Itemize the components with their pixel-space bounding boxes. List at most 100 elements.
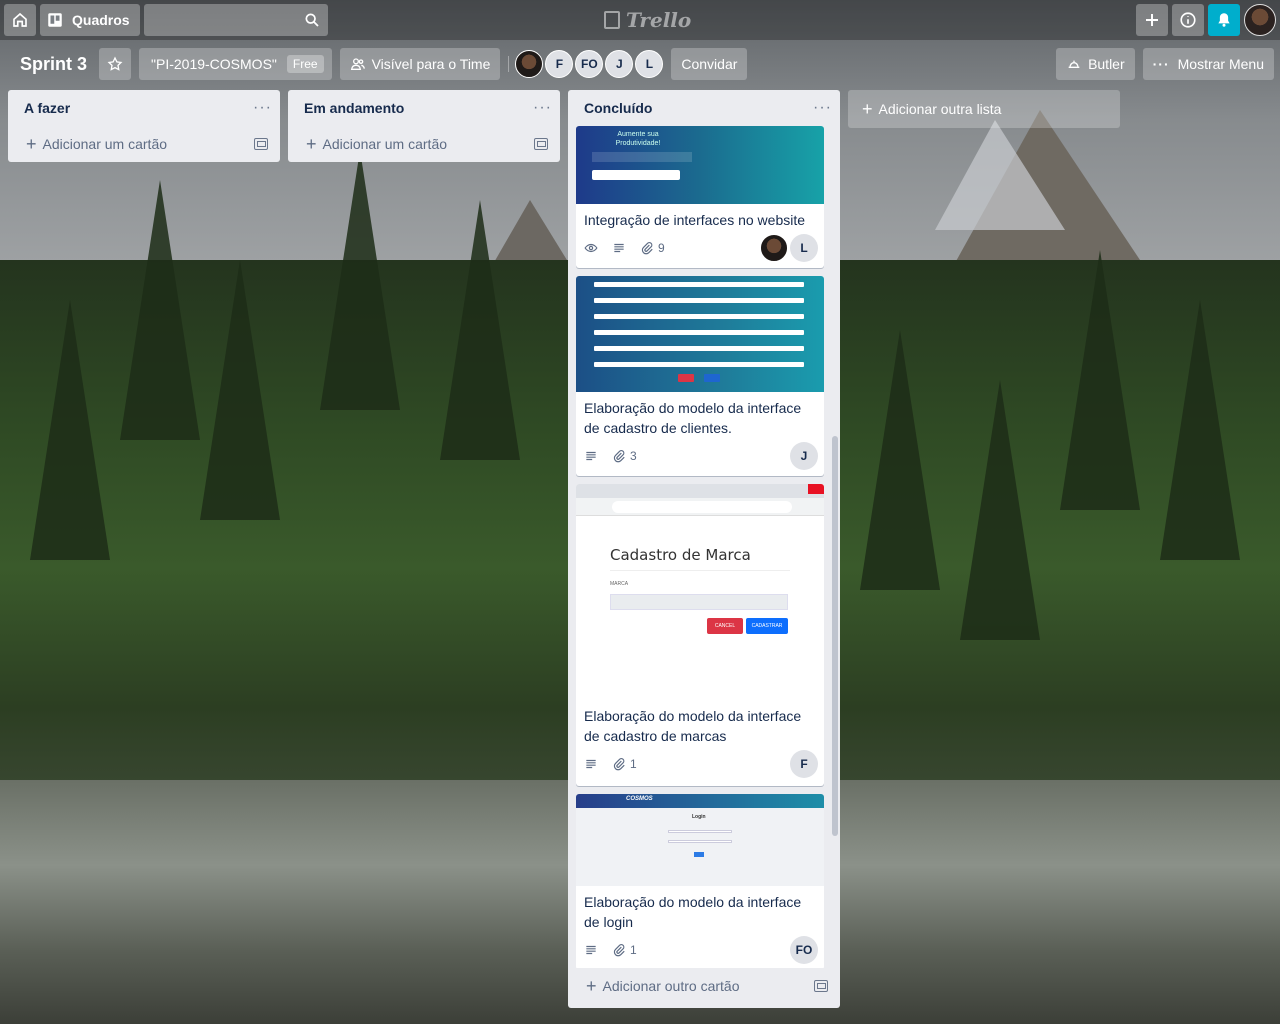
cover-submit: CADASTRAR [746,618,788,634]
card[interactable]: COSMOS Login Elaboração do modelo da int… [576,794,824,968]
card-title: Elaboração do modelo da interface de cad… [584,708,802,744]
card-title: Elaboração do modelo da interface de cad… [584,400,802,436]
board-title[interactable]: Sprint 3 [8,48,99,80]
card-template-icon[interactable] [534,138,548,150]
card-template-icon[interactable] [814,980,828,992]
cover-brand: COSMOS [626,796,653,802]
create-button[interactable] [1136,4,1168,36]
card-members: F [788,750,818,778]
card-title: Integração de interfaces no website [584,212,806,228]
description-icon [586,945,596,955]
show-menu-label: Mostrar Menu [1177,56,1264,72]
add-card-button[interactable]: + Adicionar outro cartão [568,968,840,1004]
add-card-button[interactable]: + Adicionar um cartão [8,126,280,162]
add-list-label: Adicionar outra lista [878,101,1002,117]
boards-button[interactable]: Quadros [40,4,140,36]
card-template-icon[interactable] [254,138,268,150]
team-button[interactable]: "PI-2019-COSMOS" Free [139,48,332,80]
top-navigation-bar: Quadros Trello [0,0,1280,40]
home-icon [13,12,27,27]
card-cover-image: COSMOS Login [576,794,824,886]
attachment-badge: 1 [612,943,637,957]
star-board-button[interactable] [99,48,132,80]
description-icon [586,759,596,769]
notifications-button[interactable] [1208,4,1240,36]
paperclip-icon [613,450,625,463]
card-member-avatar-photo[interactable] [760,234,788,262]
card-cover-image [576,276,824,392]
board-members: F FO J L [515,50,665,78]
description-badge [612,241,630,255]
plus-icon: + [862,98,873,119]
team-visibility-icon [350,58,365,70]
more-icon: ··· [1152,56,1170,72]
cover-cancel: CANCEL [707,618,743,634]
list-scrollbar[interactable] [832,436,838,836]
user-avatar[interactable] [1244,4,1276,36]
attachment-badge: 1 [612,757,637,771]
list-title[interactable]: Concluído [584,100,652,116]
member-avatar[interactable]: FO [575,50,604,78]
list-title[interactable]: Em andamento [304,100,404,116]
add-list-button[interactable]: + Adicionar outra lista [848,90,1120,128]
watching-badge [584,241,602,255]
card[interactable]: Aumente sua Produtividade! Integração de… [576,126,824,268]
paperclip-icon [613,944,625,957]
list-title[interactable]: A fazer [24,100,70,116]
card[interactable]: Elaboração do modelo da interface de cad… [576,276,824,476]
butler-icon [1068,60,1080,68]
card-list: Aumente sua Produtividade! Integração de… [568,126,840,968]
description-icon [614,243,624,253]
visibility-button[interactable]: Visível para o Time [339,48,501,80]
home-button[interactable] [4,4,36,36]
list-menu-icon[interactable]: ··· [533,99,552,117]
card[interactable]: Cadastro de Marca MARCA CANCEL CADASTRAR… [576,484,824,786]
plus-icon: + [306,133,317,154]
card-members: L [758,234,818,262]
card-badges: 1 FO [576,934,824,968]
boards-label: Quadros [72,12,130,28]
trello-logo[interactable]: Trello [604,8,691,32]
card-member-avatar[interactable]: J [790,442,818,470]
list-header: A fazer ··· [8,90,280,126]
member-avatar[interactable]: J [605,50,634,78]
list-menu-icon[interactable]: ··· [813,99,832,117]
attachment-count: 1 [630,943,637,957]
show-menu-button[interactable]: ··· Mostrar Menu [1142,48,1274,80]
search-icon [305,13,319,27]
cover-heading: Aumente sua Produtividade! [615,131,661,147]
card-member-avatar[interactable]: L [790,234,818,262]
member-avatar[interactable]: L [635,50,664,78]
butler-button[interactable]: Butler [1056,48,1135,80]
board-header: Sprint 3 "PI-2019-COSMOS" Free Visível p… [0,44,1280,84]
cover-heading: Login [692,814,706,820]
description-icon [586,451,596,461]
add-card-label: Adicionar um cartão [42,136,168,152]
paperclip-icon [641,242,653,255]
list-header: Concluído ··· [568,90,840,126]
info-icon [1180,12,1196,28]
attachment-count: 9 [658,241,665,255]
invite-button[interactable]: Convidar [671,48,748,80]
info-button[interactable] [1172,4,1204,36]
plus-icon: + [26,133,37,154]
search-input[interactable] [143,4,328,36]
card-cover-image: Cadastro de Marca MARCA CANCEL CADASTRAR [576,484,824,700]
paperclip-icon [613,758,625,771]
header-divider [508,56,510,72]
team-name: "PI-2019-COSMOS" [151,56,277,72]
list-menu-icon[interactable]: ··· [253,99,272,117]
card-member-avatar[interactable]: FO [790,936,818,964]
description-badge [584,757,602,771]
logo-mark [604,11,620,29]
attachment-count: 3 [630,449,637,463]
card-member-avatar[interactable]: F [790,750,818,778]
card-cover-image: Aumente sua Produtividade! [576,126,824,204]
card-title: Elaboração do modelo da interface de log… [584,894,802,930]
member-avatar-photo[interactable] [515,50,544,78]
cover-heading: Cadastro de Marca [610,546,751,564]
add-card-label: Adicionar um cartão [322,136,448,152]
add-card-button[interactable]: + Adicionar um cartão [288,126,560,162]
member-avatar[interactable]: F [545,50,574,78]
card-members: FO [788,936,818,964]
